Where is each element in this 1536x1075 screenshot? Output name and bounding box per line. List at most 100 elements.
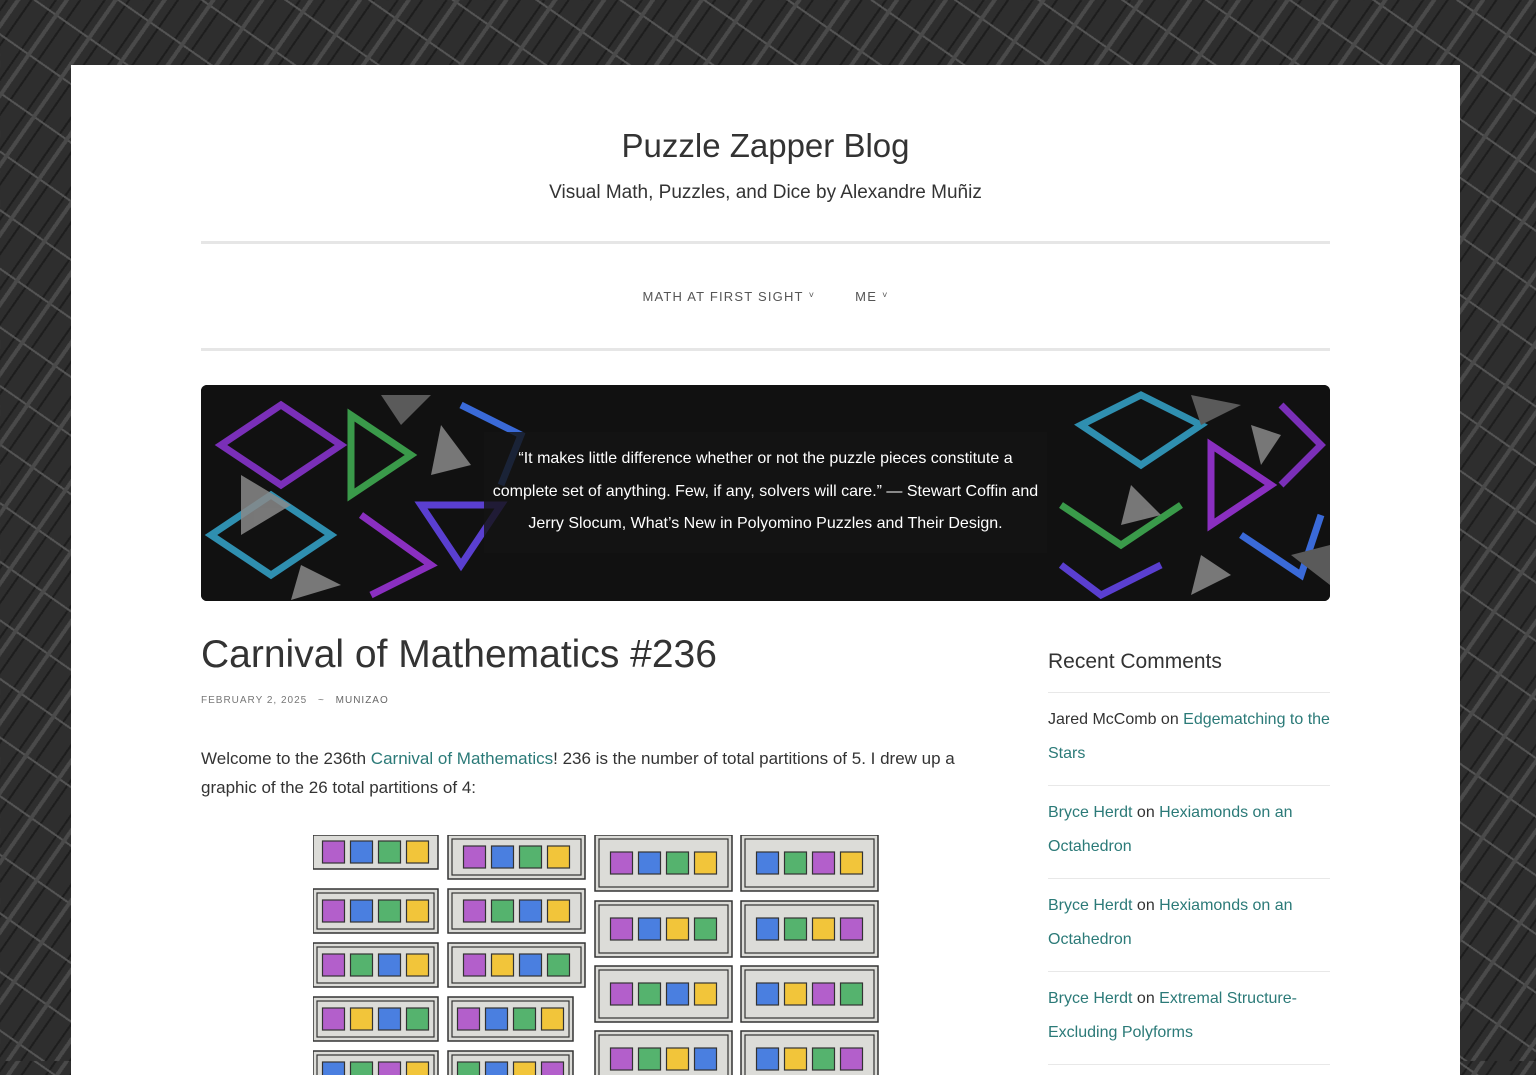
post-author[interactable]: MUNIZAO [336,695,389,706]
partition-square [321,953,346,977]
comment-item: Bryce Herdt on Extremal Structure-Exclud… [1048,971,1330,1064]
partition-square [609,851,634,875]
partition-square [349,953,374,977]
partition-square [839,982,864,1006]
partition-square [755,851,780,875]
partition-square [546,953,571,977]
partition-square [665,851,690,875]
partition-square [637,982,662,1006]
partition-square [518,953,543,977]
comment-item: Bryce Herdt on Hexiamonds on an Octahedr… [1048,785,1330,878]
comment-author[interactable]: Bryce Herdt [1048,897,1132,914]
nav-bottom-divider [201,348,1330,351]
partition-square [490,845,515,869]
partition-square [321,1007,346,1031]
partition-square [462,899,487,923]
sidebar-recent-comments: Recent Comments Jared McComb on Edgematc… [1048,650,1330,1075]
partition-square [377,1061,402,1075]
page-container: Puzzle Zapper Blog Visual Math, Puzzles,… [71,65,1460,1075]
partition-square [546,845,571,869]
chevron-down-icon: ˅ [882,289,889,300]
partition-square [456,1061,481,1075]
comment-author: Jared McComb [1048,711,1157,728]
partition-square [755,1047,780,1071]
recent-comments-heading: Recent Comments [1048,650,1222,673]
comment-item: Jared McComb on Edgematching to the Star… [1048,692,1330,785]
meta-separator: ~ [318,695,325,706]
partition-square [665,917,690,941]
comment-item: Bryce Herdt on Hexiamonds on an Octahedr… [1048,878,1330,971]
comment-author[interactable]: Bryce Herdt [1048,990,1132,1007]
banner-quote: “It makes little difference whether or n… [484,432,1047,553]
chevron-down-icon: ˅ [808,289,816,300]
partition-square [349,1007,374,1031]
comment-on: on [1132,897,1160,914]
post-title[interactable]: Carnival of Mathematics #236 [201,633,717,677]
site-title[interactable]: Puzzle Zapper Blog [201,127,1330,165]
post-date[interactable]: FEBRUARY 2, 2025 [201,695,307,706]
partition-square [405,953,430,977]
partition-square [377,953,402,977]
partition-square [518,899,543,923]
partition-square [783,1047,808,1071]
partition-square [609,982,634,1006]
nav-item-label: ME [855,289,878,304]
partition-square [349,899,374,923]
partition-square [609,1047,634,1071]
partition-square [609,917,634,941]
partition-square [637,1047,662,1071]
partition-square [693,917,718,941]
partition-square [518,845,543,869]
partition-square [405,899,430,923]
partitions-graphic [313,835,879,1075]
partition-square [349,840,374,864]
partition-square [540,1061,565,1075]
header-banner: “It makes little difference whether or n… [201,385,1330,601]
nav-item-math-at-first-sight[interactable]: MATH AT FIRST SIGHT ˅ [642,289,815,304]
partition-square [637,851,662,875]
post-intro: Welcome to the 236th Carnival of Mathema… [201,744,1001,802]
partition-square [405,1007,430,1031]
partition-square [693,851,718,875]
partition-square [665,982,690,1006]
partition-square [377,899,402,923]
partition-square [783,851,808,875]
comment-author[interactable]: Bryce Herdt [1048,804,1132,821]
partition-square [665,1047,690,1071]
partition-square [783,917,808,941]
partition-square [484,1007,509,1031]
partition-square [484,1061,509,1075]
nav-top-divider [201,241,1330,244]
comment-item: Erwin Sotto on Edge Pin Puzzles [1048,1064,1330,1075]
partition-square [405,840,430,864]
partition-square [811,851,836,875]
partition-square [405,1061,430,1075]
partition-square [321,840,346,864]
partition-square [693,1047,718,1071]
carnival-link[interactable]: Carnival of Mathematics [371,749,553,768]
partition-square [755,982,780,1006]
partition-square [512,1007,537,1031]
partition-square [546,899,571,923]
partition-square [783,982,808,1006]
partition-square [456,1007,481,1031]
partition-square [512,1061,537,1075]
partition-square [637,917,662,941]
post-meta: FEBRUARY 2, 2025 ~ MUNIZAO [201,695,389,706]
partition-square [755,917,780,941]
partition-square [839,851,864,875]
partition-square [490,899,515,923]
nav-item-label: MATH AT FIRST SIGHT [642,289,804,304]
partition-square [540,1007,565,1031]
partition-square [811,917,836,941]
partition-square [321,899,346,923]
comment-on: on [1132,804,1160,821]
nav-item-me[interactable]: ME ˅ [855,289,888,304]
comment-on: on [1132,990,1160,1007]
partition-square [377,840,402,864]
comments-list: Jared McComb on Edgematching to the Star… [1048,692,1330,1075]
partition-square [811,1047,836,1071]
intro-text: Welcome to the 236th [201,749,371,768]
partition-square [839,1047,864,1071]
site-description: Visual Math, Puzzles, and Dice by Alexan… [549,182,982,203]
